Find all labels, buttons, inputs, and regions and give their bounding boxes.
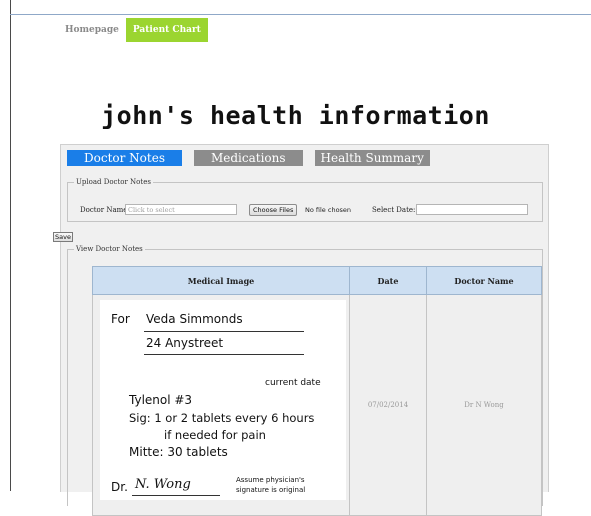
health-panel: Doctor Notes Medications Health Summary … [60, 144, 549, 516]
rx-mitte: Mitte: 30 tablets [129, 445, 228, 459]
window-top-border [10, 14, 591, 15]
select-date-label: Select Date: [372, 206, 416, 214]
medical-image-cell[interactable]: For Veda Simmonds 24 Anystreet current d… [92, 294, 350, 516]
rx-for-label: For [111, 312, 130, 326]
upload-doctor-notes-section: Upload Doctor Notes Doctor Name: Click t… [67, 178, 543, 222]
rx-patient-name: Veda Simmonds [146, 312, 243, 326]
rx-address: 24 Anystreet [146, 336, 224, 350]
rx-sig-line-2: if needed for pain [164, 428, 266, 442]
no-file-chosen-text: No file chosen [305, 206, 352, 214]
prescription-image[interactable]: For Veda Simmonds 24 Anystreet current d… [100, 300, 346, 500]
rx-footnote-1: Assume physician's [236, 476, 305, 484]
select-date-input[interactable] [416, 204, 528, 215]
rx-signature: N. Wong [135, 477, 191, 492]
window-left-border [10, 0, 11, 491]
top-nav: Homepage Patient Chart [58, 18, 208, 42]
doctor-notes-table: Medical Image Date Doctor Name For Veda … [92, 266, 542, 516]
tab-health-summary[interactable]: Health Summary [314, 150, 430, 166]
doctor-name-input[interactable]: Click to select [125, 204, 237, 215]
tab-bar: Doctor Notes Medications Health Summary [67, 150, 430, 166]
doctor-name-cell: Dr N Wong [426, 294, 542, 516]
table-header-row: Medical Image Date Doctor Name [92, 266, 542, 295]
tab-doctor-notes[interactable]: Doctor Notes [67, 150, 182, 166]
upload-legend: Upload Doctor Notes [76, 178, 151, 186]
col-date: Date [349, 266, 427, 295]
col-doctor-name: Doctor Name [426, 266, 542, 295]
nav-homepage[interactable]: Homepage [58, 18, 126, 42]
rx-signature-underline [132, 495, 220, 496]
rx-date-note: current date [265, 378, 321, 388]
rx-sig-line-1: Sig: 1 or 2 tablets every 6 hours [129, 411, 315, 425]
rx-dr-label: Dr. [111, 480, 128, 494]
date-cell: 07/02/2014 [349, 294, 427, 516]
rx-drug: Tylenol #3 [129, 393, 193, 407]
doctor-name-label: Doctor Name: [80, 206, 130, 214]
rx-footnote-2: signature is original [236, 486, 306, 494]
save-button[interactable]: Save [53, 232, 73, 242]
choose-files-button[interactable]: Choose Files [249, 204, 298, 216]
table-row[interactable]: For Veda Simmonds 24 Anystreet current d… [92, 294, 542, 516]
view-legend: View Doctor Notes [76, 245, 143, 253]
page-title: john's health information [101, 101, 490, 130]
tab-medications[interactable]: Medications [193, 150, 303, 166]
nav-patient-chart[interactable]: Patient Chart [125, 18, 208, 42]
rx-address-underline [144, 354, 304, 355]
col-medical-image: Medical Image [92, 266, 350, 295]
rx-patient-underline [144, 331, 304, 332]
